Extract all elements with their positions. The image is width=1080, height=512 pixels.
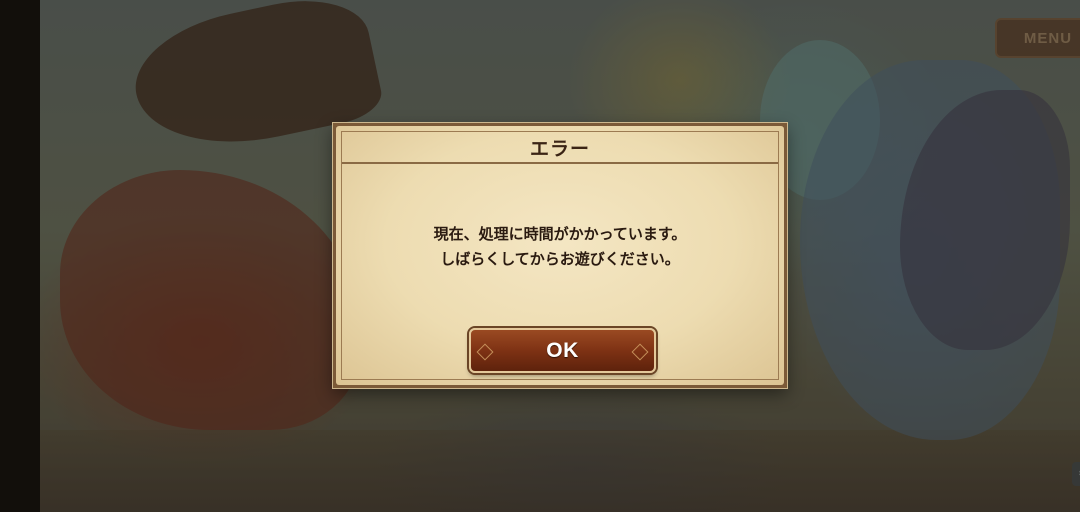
button-ornament-icon [631, 343, 649, 360]
error-dialog: エラー 現在、処理に時間がかかっています。 しばらくしてからお遊びください。 O… [333, 123, 787, 388]
dialog-message-line: しばらくしてからお遊びください。 [440, 250, 680, 268]
ok-button-label: OK [546, 338, 579, 362]
game-screen: MENU ⚙ エラー 現在、処理に時間がかかっています。 しばらくしてからお遊び… [0, 0, 1080, 512]
dialog-message: 現在、処理に時間がかかっています。 しばらくしてからお遊びください。 [356, 222, 764, 272]
dialog-corner-ornament [333, 371, 350, 388]
dialog-message-line: 現在、処理に時間がかかっています。 [433, 225, 687, 243]
dialog-header: エラー [342, 132, 778, 164]
ok-button[interactable]: OK [469, 328, 656, 373]
dialog-title: エラー [529, 137, 590, 160]
dialog-corner-ornament [770, 371, 787, 388]
button-ornament-icon [476, 343, 494, 360]
